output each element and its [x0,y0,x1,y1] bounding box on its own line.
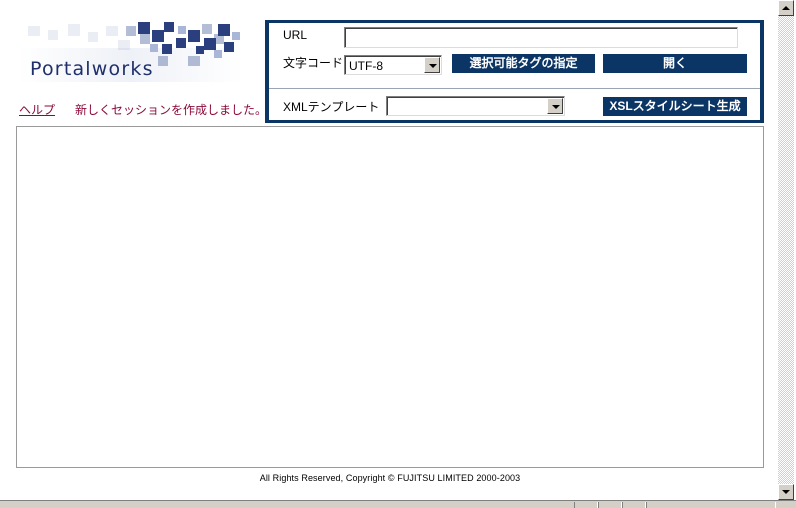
open-button[interactable]: 開く [603,54,747,73]
scroll-up-icon[interactable] [778,0,794,16]
scroll-down-icon[interactable] [778,484,794,500]
vertical-scrollbar[interactable] [778,0,794,500]
url-label: URL [283,28,308,42]
logo-text: Portalworks [30,58,154,80]
help-link[interactable]: ヘルプ [19,101,55,118]
xml-template-select[interactable] [386,96,565,116]
generate-xsl-button[interactable]: XSLスタイルシート生成 [603,97,747,116]
copyright-footer: All Rights Reserved, Copyright © FUJITSU… [259,473,521,483]
status-bar-cell [598,502,622,508]
encoding-select-value: UTF-8 [349,59,383,73]
portalworks-logo: Portalworks [18,20,243,88]
status-bar [0,500,796,508]
encoding-label: 文字コード [283,56,344,70]
chevron-down-icon[interactable] [547,98,563,114]
status-bar-cell [646,502,776,508]
url-input[interactable] [344,27,738,48]
xml-template-label: XMLテンプレート [283,100,380,114]
status-bar-cell [622,502,646,508]
content-frame[interactable] [16,126,764,468]
status-bar-cell [574,502,598,508]
status-message: 新しくセッションを作成しました。 [75,103,268,117]
form-panel: URL 文字コード UTF-8 選択可能タグの指定 開く XMLテンプレート X… [265,20,764,123]
panel-divider [269,88,760,89]
encoding-select[interactable]: UTF-8 [344,55,442,75]
select-tags-button[interactable]: 選択可能タグの指定 [452,54,595,73]
form-panel-inner: URL 文字コード UTF-8 選択可能タグの指定 開く XMLテンプレート X… [269,23,760,120]
chevron-down-icon[interactable] [424,57,440,73]
